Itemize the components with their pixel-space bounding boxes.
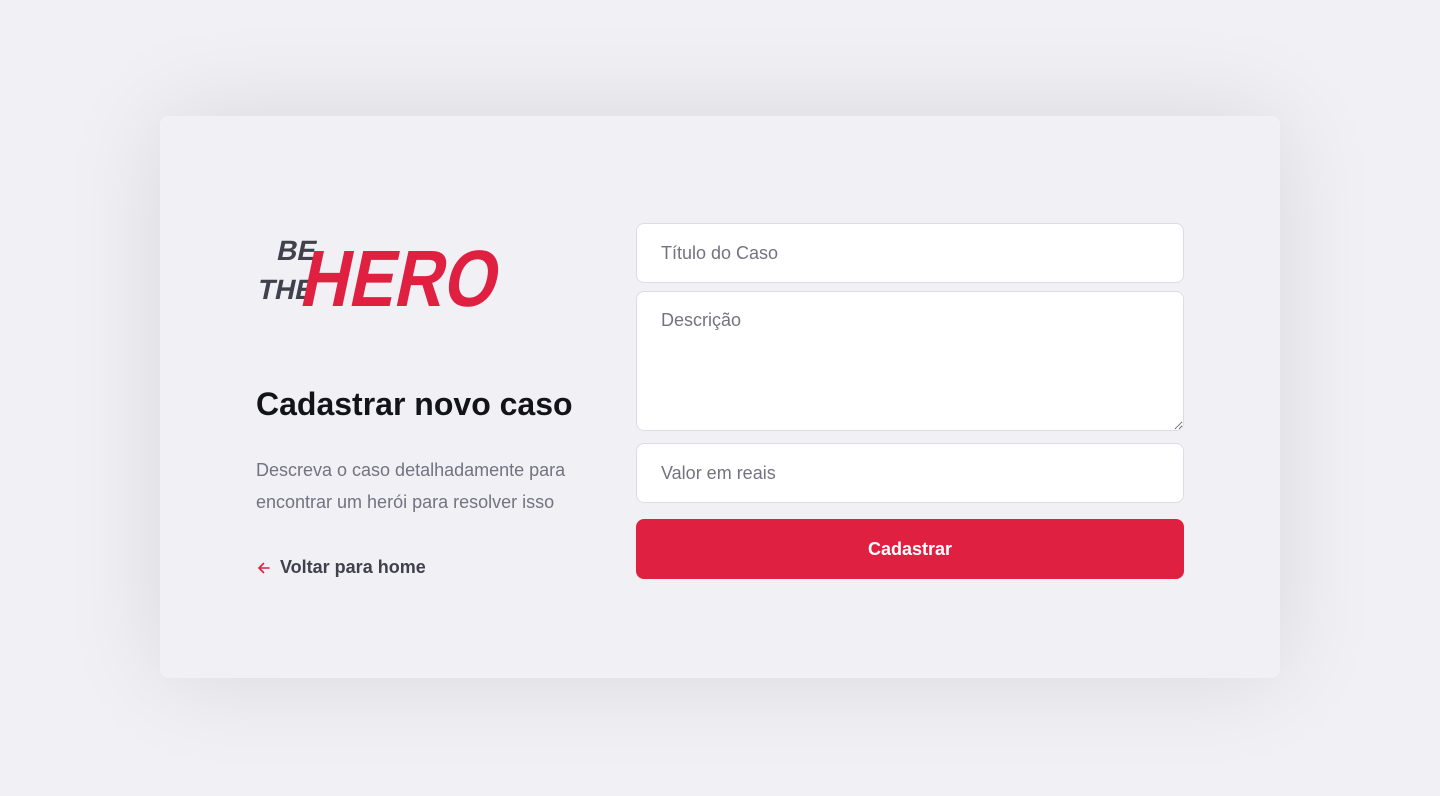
case-title-input[interactable] xyxy=(636,223,1184,283)
page-title: Cadastrar novo caso xyxy=(256,386,573,422)
new-incident-card: BE THE HERO Cadastrar novo caso Descreva… xyxy=(160,116,1280,678)
content-section: BE THE HERO Cadastrar novo caso Descreva… xyxy=(256,212,596,577)
register-button[interactable]: Cadastrar xyxy=(636,519,1184,579)
arrow-left-icon xyxy=(256,560,272,576)
be-the-hero-logo: BE THE HERO xyxy=(256,234,508,320)
back-link-label: Voltar para home xyxy=(280,557,426,577)
page-description: Descreva o caso detalhadamente para enco… xyxy=(256,460,566,512)
logo-hero-text: HERO xyxy=(294,235,508,320)
back-to-home-link[interactable]: Voltar para home xyxy=(256,557,426,578)
case-description-textarea[interactable] xyxy=(636,291,1184,431)
new-incident-form: Cadastrar xyxy=(636,223,1184,579)
case-value-input[interactable] xyxy=(636,443,1184,503)
